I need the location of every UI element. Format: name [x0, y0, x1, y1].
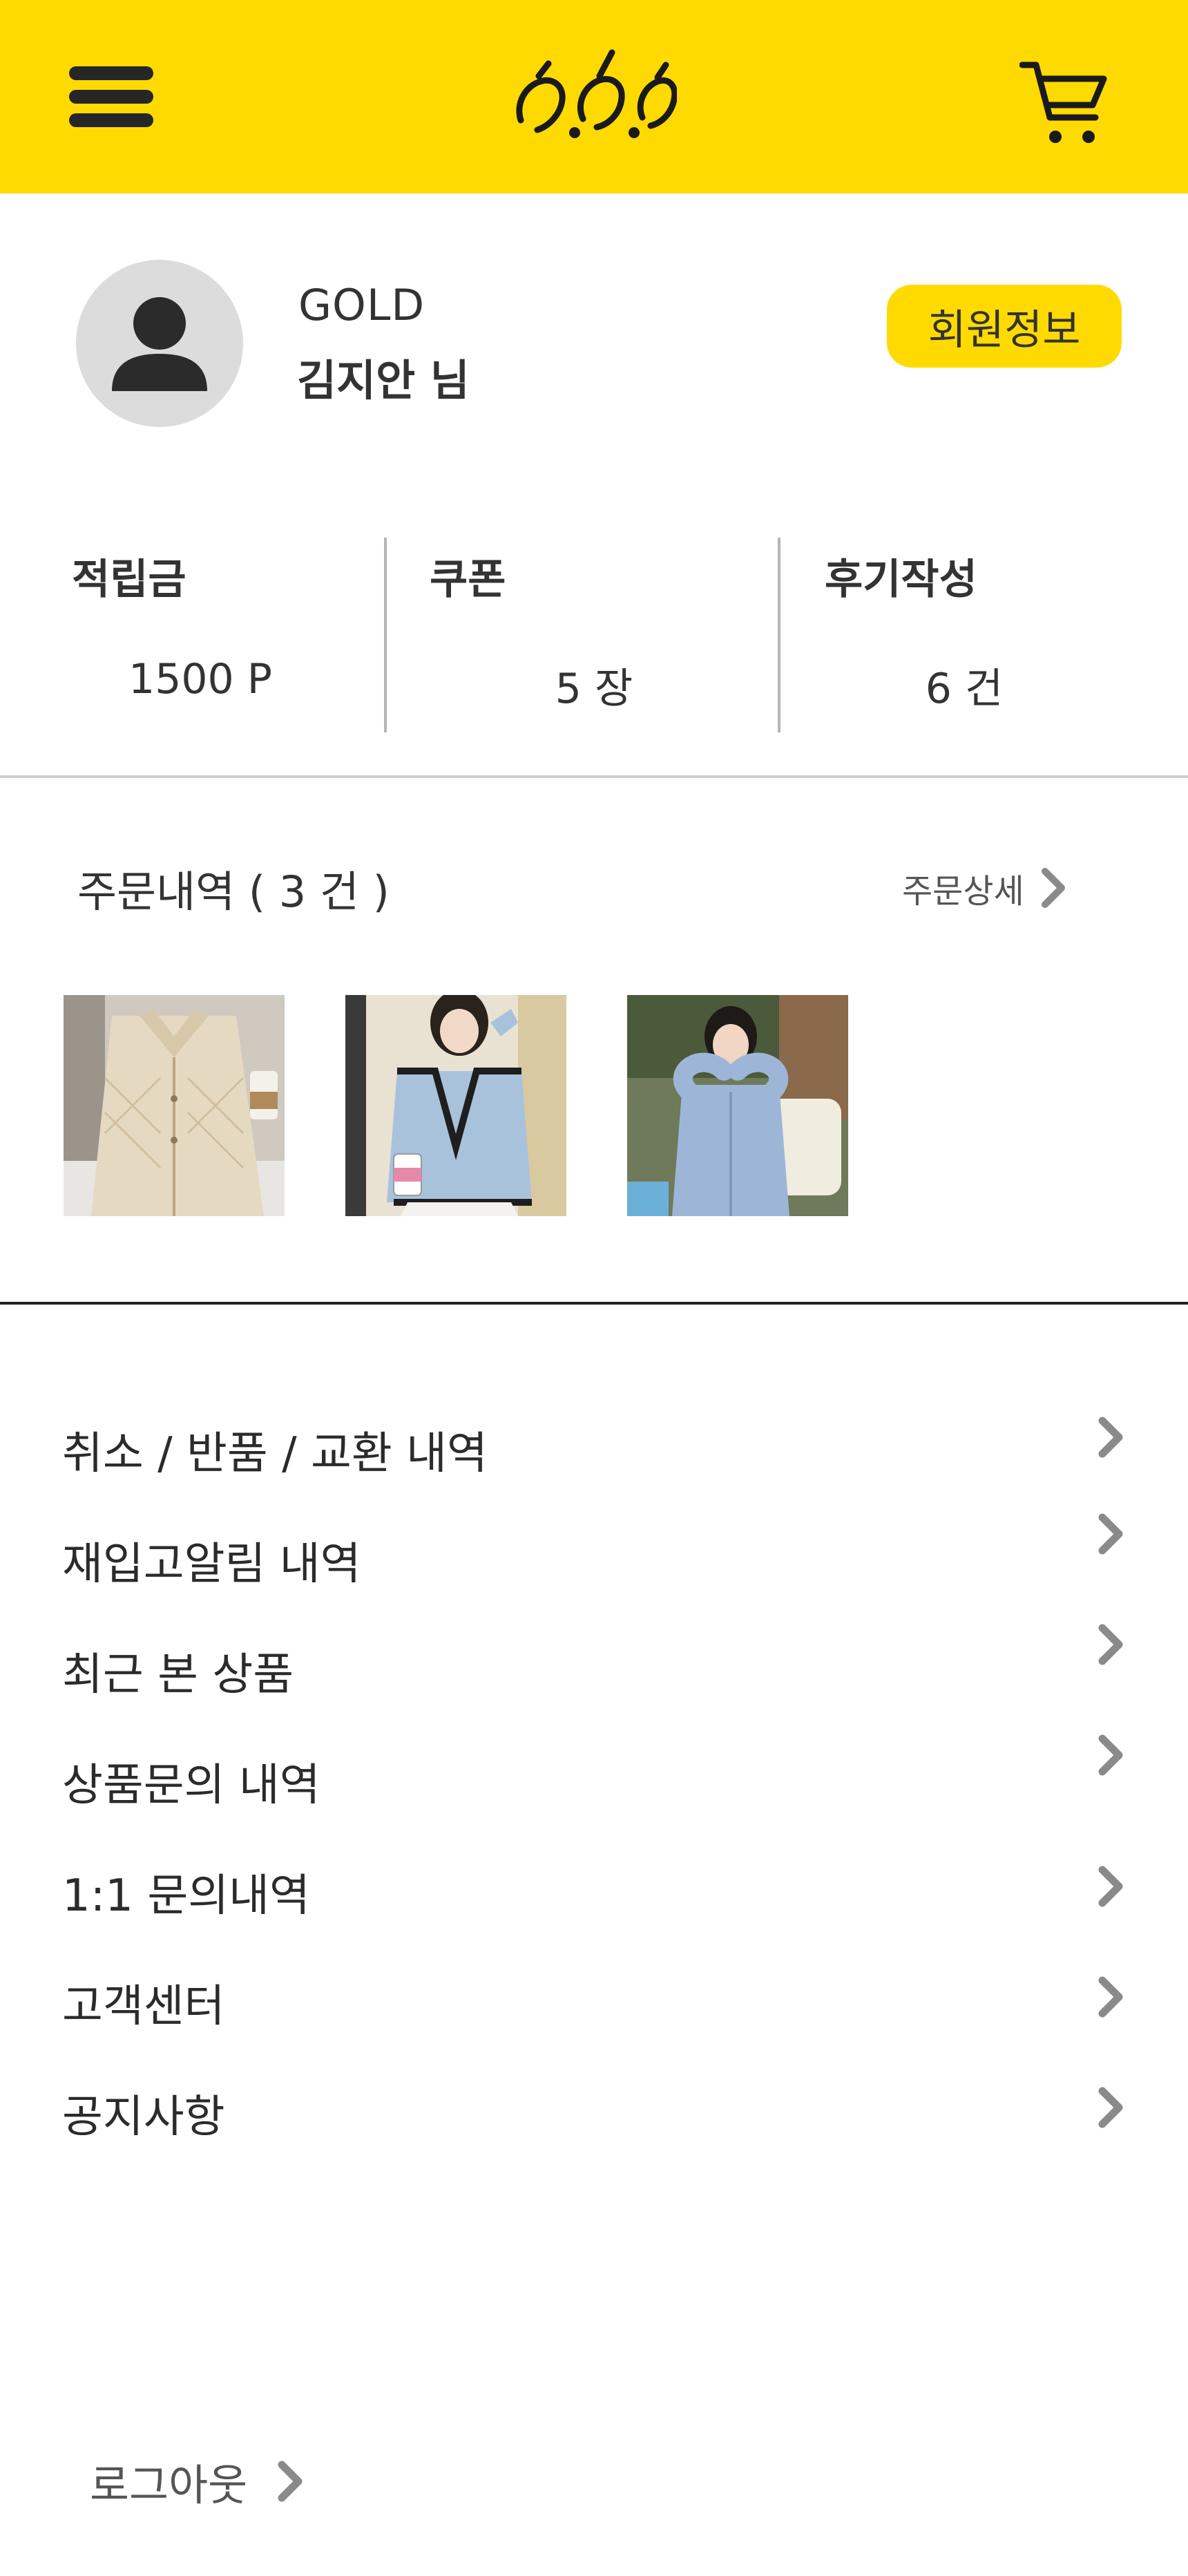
member-grade: GOLD: [298, 280, 425, 330]
member-info-button[interactable]: 회원정보: [887, 285, 1122, 368]
section-divider: [0, 1302, 1188, 1305]
menu-item-notices[interactable]: 공지사항: [62, 2056, 1126, 2153]
menu-item-label: 최근 본 상품: [62, 1649, 294, 1701]
order-history-title: 주문내역 ( 3 건 ): [77, 866, 390, 917]
menu-item-label: 취소 / 반품 / 교환 내역: [62, 1428, 488, 1479]
chevron-right-icon: [1041, 868, 1065, 908]
menu-item-restock-alerts[interactable]: 재입고알림 내역: [62, 1504, 1126, 1600]
order-thumbnail-knit-cardigan[interactable]: [627, 995, 848, 1216]
user-name: 김지안 님: [297, 355, 470, 406]
menu-item-customer-center[interactable]: 고객센터: [62, 1946, 1126, 2043]
order-thumbnail-beige-jacket[interactable]: [64, 995, 285, 1216]
order-detail-label: 주문상세: [902, 872, 1024, 911]
points-label: 적립금: [72, 556, 186, 604]
menu-item-cancel-return-exchange[interactable]: 취소 / 반품 / 교환 내역: [62, 1393, 1126, 1490]
review-value[interactable]: 6 건: [854, 655, 1075, 715]
logout-label: 로그아웃: [90, 2460, 248, 2510]
menu-item-one-to-one-inquiries[interactable]: 1:1 문의내역: [62, 1835, 1126, 1932]
order-detail-link[interactable]: 주문상세: [902, 864, 1067, 912]
coupon-value[interactable]: 5 장: [483, 655, 705, 715]
chevron-right-icon: [1098, 1417, 1123, 1458]
menu-item-label: 재입고알림 내역: [62, 1539, 361, 1590]
coupon-label: 쿠폰: [430, 556, 506, 604]
brand-logo[interactable]: [511, 36, 677, 153]
chevron-right-icon: [1098, 1866, 1123, 1907]
menu-item-product-inquiries[interactable]: 상품문의 내역: [62, 1725, 1126, 1821]
section-divider: [0, 775, 1188, 778]
chevron-right-icon: [1098, 1624, 1123, 1665]
app-header: [0, 0, 1188, 193]
stat-divider: [778, 538, 780, 732]
hamburger-menu-icon[interactable]: [69, 66, 155, 127]
chevron-right-icon: [278, 2461, 303, 2502]
menu-item-label: 공지사항: [62, 2092, 225, 2143]
menu-item-label: 1:1 문의내역: [62, 1871, 310, 1922]
review-label: 후기작성: [825, 556, 977, 604]
chevron-right-icon: [1098, 1734, 1123, 1776]
menu-item-recently-viewed[interactable]: 최근 본 상품: [62, 1614, 1126, 1711]
logout-button[interactable]: 로그아웃: [90, 2450, 305, 2512]
menu-item-label: 고객센터: [62, 1981, 225, 2032]
order-thumbnail-tweed-cardigan[interactable]: [345, 995, 566, 1216]
chevron-right-icon: [1098, 2087, 1123, 2128]
chevron-right-icon: [1098, 1976, 1123, 2018]
chevron-right-icon: [1098, 1513, 1123, 1555]
user-avatar-icon: [76, 260, 243, 427]
shopping-cart-icon[interactable]: [1019, 59, 1108, 149]
stat-divider: [384, 538, 387, 732]
menu-item-label: 상품문의 내역: [62, 1760, 320, 1811]
points-value[interactable]: 1500 P: [83, 655, 318, 703]
